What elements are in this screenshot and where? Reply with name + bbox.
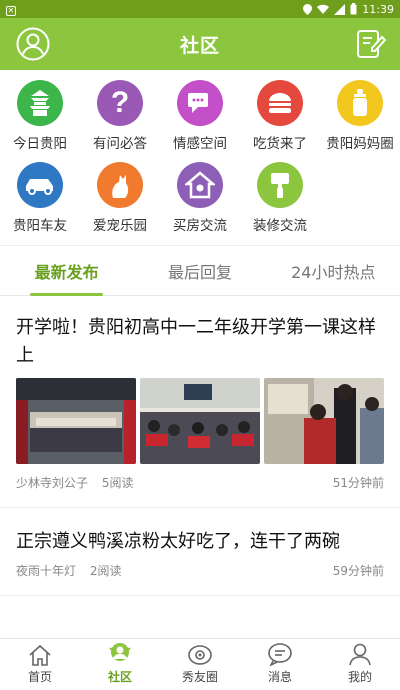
category-label: 爱宠乐园 <box>93 218 147 234</box>
tab-24h-hot[interactable]: 24小时热点 <box>267 246 400 295</box>
nav-label: 消息 <box>267 670 292 684</box>
category-grid: 今日贵阳 ? 有问必答 情感空间 吃货来了 贵阳妈妈圈 贵阳车友 爱宠乐园 买房… <box>0 70 400 246</box>
post-title[interactable]: 正宗遵义鸭溪凉粉太好吃了，连干了两碗 <box>16 508 384 556</box>
user-icon <box>349 643 371 666</box>
nav-label: 首页 <box>27 670 52 684</box>
category-car[interactable]: 贵阳车友 <box>0 160 80 242</box>
category-today-guiyang[interactable]: 今日贵阳 <box>0 78 80 160</box>
location-icon <box>303 3 313 15</box>
battery-icon <box>350 3 357 15</box>
nav-mine[interactable]: 我的 <box>320 639 400 690</box>
category-foodie[interactable]: 吃货来了 <box>240 78 320 160</box>
page-title: 社区 <box>179 34 220 57</box>
post-time: 59分钟前 <box>332 564 384 578</box>
category-moms[interactable]: 贵阳妈妈圈 <box>320 78 400 160</box>
post-title[interactable]: 开学啦！贵阳初高中一二年级开学第一课这样上 <box>16 296 384 370</box>
house-icon <box>177 162 223 208</box>
post-item[interactable]: 正宗遵义鸭溪凉粉太好吃了，连干了两碗 夜雨十年灯 2阅读 59分钟前 <box>0 508 400 596</box>
post-image[interactable] <box>140 378 260 464</box>
cat-icon <box>97 162 143 208</box>
tab-last-reply[interactable]: 最后回复 <box>133 246 266 295</box>
category-label: 情感空间 <box>173 136 227 152</box>
post-images <box>16 378 384 464</box>
category-label: 今日贵阳 <box>13 136 67 152</box>
post-reads: 2阅读 <box>89 564 122 578</box>
nav-community[interactable]: 社区 <box>80 639 160 690</box>
pavilion-icon <box>17 80 63 126</box>
compose-icon[interactable] <box>356 28 386 60</box>
nav-label: 我的 <box>347 670 372 684</box>
clock: 11:39 <box>362 2 394 16</box>
category-label: 贵阳妈妈圈 <box>326 136 394 152</box>
notification-icon: ✕ <box>6 5 16 16</box>
post-image[interactable] <box>264 378 384 464</box>
nav-messages[interactable]: 消息 <box>240 639 320 690</box>
signal-icon <box>334 3 346 15</box>
post-author[interactable]: 夜雨十年灯 <box>16 564 76 578</box>
category-label: 装修交流 <box>253 218 307 234</box>
question-icon: ? <box>97 80 143 126</box>
baby-bottle-icon <box>337 80 383 126</box>
feed-tabs: 最新发布 最后回复 24小时热点 <box>0 246 400 296</box>
category-decoration[interactable]: 装修交流 <box>240 160 320 242</box>
category-emotion[interactable]: 情感空间 <box>160 78 240 160</box>
post-meta: 少林寺刘公子 5阅读 51分钟前 <box>16 464 384 507</box>
post-meta: 夜雨十年灯 2阅读 59分钟前 <box>16 556 384 595</box>
category-qa[interactable]: ? 有问必答 <box>80 78 160 160</box>
category-label: 有问必答 <box>93 136 147 152</box>
user-avatar-icon[interactable] <box>16 27 50 61</box>
nav-label: 秀友圈 <box>181 670 218 684</box>
wifi-icon <box>317 4 330 14</box>
post-image[interactable] <box>16 378 136 464</box>
car-icon <box>17 162 63 208</box>
tab-latest[interactable]: 最新发布 <box>0 246 133 296</box>
home-icon <box>29 644 51 666</box>
app-bar: 社区 <box>0 18 400 70</box>
burger-icon <box>257 80 303 126</box>
post-item[interactable]: 开学啦！贵阳初高中一二年级开学第一课这样上 少林寺刘公子 5阅读 51分钟前 <box>0 296 400 508</box>
nav-show-circle[interactable]: 秀友圈 <box>160 639 240 690</box>
community-icon <box>109 643 131 661</box>
post-time: 51分钟前 <box>332 476 384 490</box>
category-label: 吃货来了 <box>253 136 307 152</box>
category-pet[interactable]: 爱宠乐园 <box>80 160 160 242</box>
bottom-nav: 首页 社区 秀友圈 消息 我的 <box>0 638 400 690</box>
camera-icon <box>188 645 212 665</box>
paint-icon <box>257 162 303 208</box>
message-icon <box>268 643 292 666</box>
post-author[interactable]: 少林寺刘公子 <box>16 476 88 490</box>
chat-icon <box>177 80 223 126</box>
status-bar: ✕ 11:39 <box>0 0 400 18</box>
category-house[interactable]: 买房交流 <box>160 160 240 242</box>
post-reads: 5阅读 <box>101 476 134 490</box>
nav-label: 社区 <box>107 670 132 684</box>
nav-home[interactable]: 首页 <box>0 639 80 690</box>
category-label: 贵阳车友 <box>13 218 67 234</box>
category-label: 买房交流 <box>173 218 227 234</box>
